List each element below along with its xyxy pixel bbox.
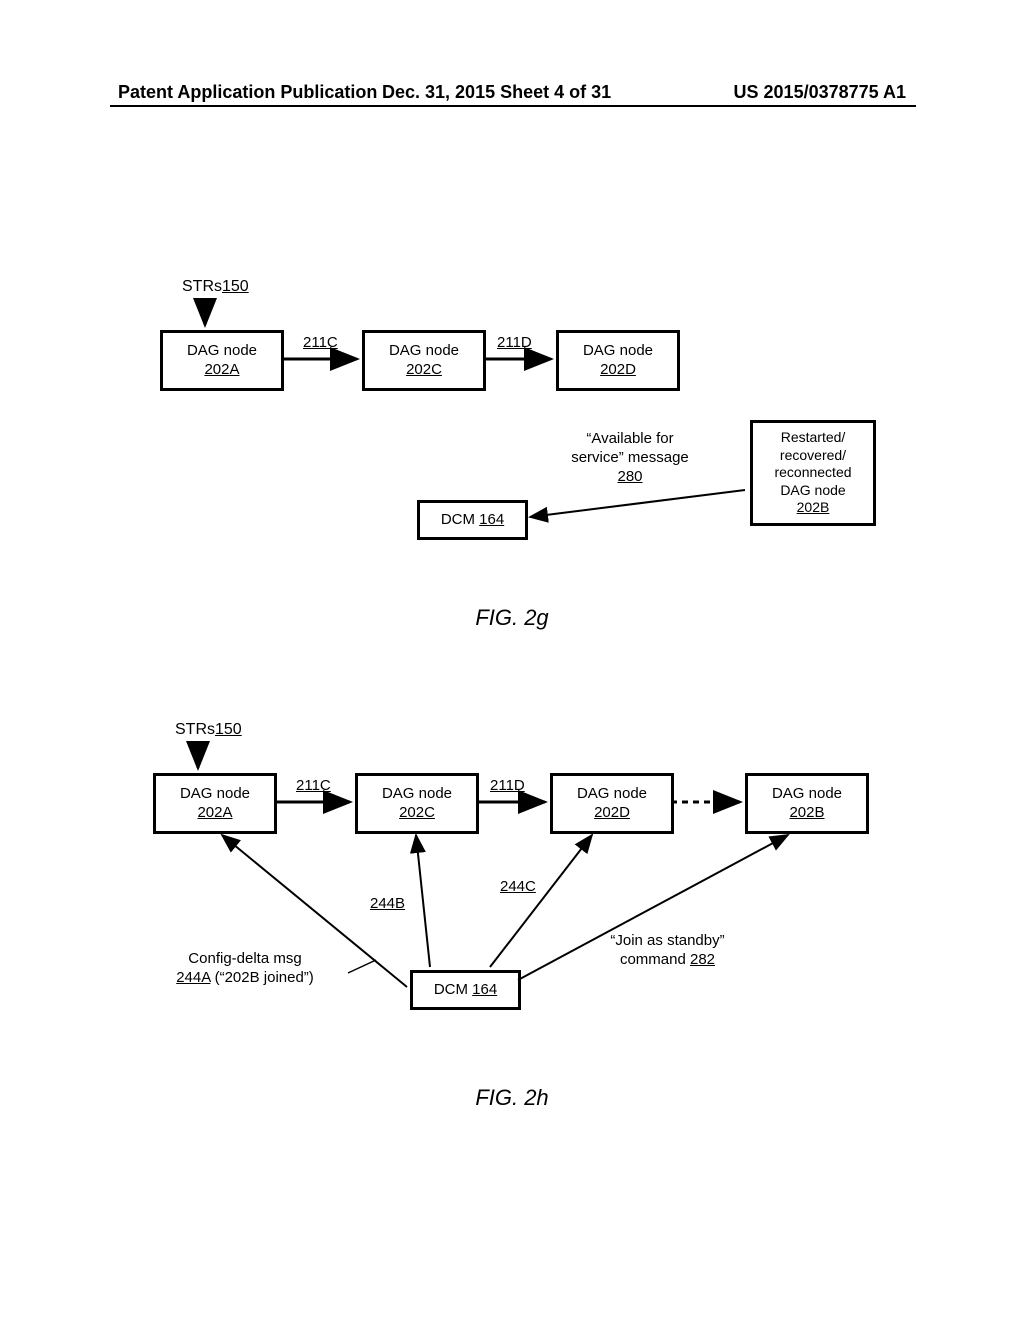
fig2h-dag-node-202c: DAG node202C (355, 773, 479, 834)
fig2g-arrow-label-211d: 211D (497, 334, 532, 351)
fig2g-dcm: DCM 164 (417, 500, 528, 540)
fig2g-arrow-label-211c: 211C (303, 334, 338, 351)
fig2h-arrow-label-211d: 211D (490, 777, 525, 794)
header-right: US 2015/0378775 A1 (734, 82, 906, 103)
fig2h-label-244c: 244C (500, 878, 536, 895)
header-rule (110, 105, 916, 107)
fig2g-strs-label: STRs150 (182, 278, 249, 296)
header-left: Patent Application Publication (118, 82, 377, 103)
fig2h-dag-node-202d: DAG node202D (550, 773, 674, 834)
fig2h-label-244b: 244B (370, 895, 405, 912)
fig2g-dag-node-202c: DAG node202C (362, 330, 486, 391)
fig2h-strs-label: STRs150 (175, 721, 242, 739)
fig2g-available-message: “Available for service” message 280 (550, 430, 710, 486)
fig2g-recovered-node-202b: Restarted/ recovered/ reconnected DAG no… (750, 420, 876, 526)
fig2h-dag-node-202b: DAG node202B (745, 773, 869, 834)
page: Patent Application Publication Dec. 31, … (0, 0, 1024, 1320)
arrows-overlay (0, 0, 1024, 1320)
fig2h-arrow-label-211c: 211C (296, 777, 331, 794)
fig2g-caption: FIG. 2g (0, 605, 1024, 631)
fig2h-config-delta-msg: Config-delta msg 244A (“202B joined”) (140, 950, 350, 988)
fig2h-dcm: DCM 164 (410, 970, 521, 1010)
header-center: Dec. 31, 2015 Sheet 4 of 31 (382, 82, 611, 103)
fig2h-caption: FIG. 2h (0, 1085, 1024, 1111)
fig2g-dag-node-202a: DAG node202A (160, 330, 284, 391)
fig2h-dag-node-202a: DAG node202A (153, 773, 277, 834)
fig2h-join-standby-msg: “Join as standby” command 282 (580, 932, 755, 970)
fig2g-dag-node-202d: DAG node202D (556, 330, 680, 391)
